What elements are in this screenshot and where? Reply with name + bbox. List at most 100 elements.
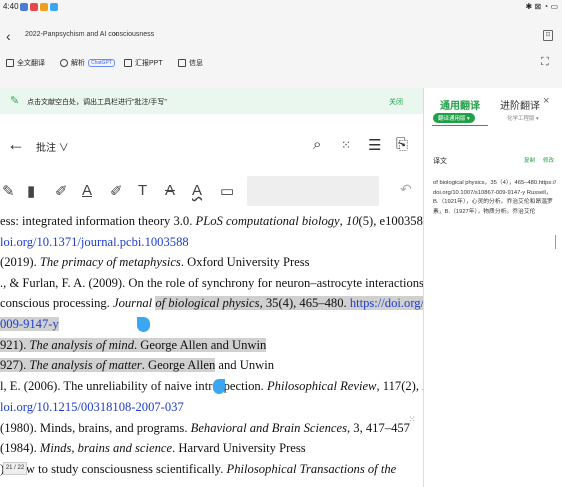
reference-text: , 117(2), 24 — [376, 379, 423, 393]
reference-line: loi.org/10.1371/journal.pcbi.1003588 — [0, 235, 189, 250]
edit-button[interactable]: 修改 — [543, 156, 554, 164]
analyze-button[interactable]: 解析 ChatGPT — [60, 58, 115, 68]
reference-link[interactable]: loi.org/10.1371/journal.pcbi.1003588 — [0, 235, 189, 249]
reference-text: PLoS computational biology — [195, 214, 340, 228]
reference-line: ., & Furlan, F. A. (2009). On the role o… — [0, 276, 423, 291]
reference-text: conscious processing. — [0, 296, 113, 310]
reference-text: (5), e1003588 — [358, 214, 423, 228]
text-icon[interactable]: T — [138, 182, 147, 199]
export-ppt-label: 汇报PPT — [135, 60, 163, 67]
chem-version-select[interactable]: 化学工程版 ▾ — [507, 114, 539, 122]
reference-text: . George Allen and Unwin — [134, 338, 267, 352]
copy-button[interactable]: 复制 — [524, 156, 535, 164]
reference-text: . Harvard University Press — [172, 441, 306, 455]
active-tab-indicator — [432, 125, 488, 126]
info-button[interactable]: 信息 — [178, 58, 203, 68]
hint-bar: ✎ 点击文献空白处，调出工具栏进行"批注/手写" 关闭 — [0, 88, 423, 114]
translation-label: 译文 — [433, 158, 447, 165]
hint-close-button[interactable]: 关闭 — [389, 97, 403, 107]
tab-close-icon[interactable]: × — [113, 29, 118, 39]
more-dots-icon[interactable]: ⁙ — [404, 414, 420, 428]
status-bar: 4:40 ✱ ⊠ ◔ ▭ — [0, 0, 562, 16]
tab-title[interactable]: 2022-Panpsychism and AI consciousness — [25, 31, 154, 38]
annotation-dropdown[interactable]: 批注 ∨ — [36, 139, 69, 154]
arrow-left-icon[interactable]: ← — [7, 134, 25, 155]
document-text: ess: integrated information theory 3.0. … — [0, 212, 423, 487]
reference-text: 10 — [345, 214, 359, 228]
reference-line: (1980). Minds, brains, and programs. Beh… — [0, 421, 410, 436]
reference-text: Philosophical Transactions of the — [226, 462, 397, 476]
reference-line: 927). The analysis of matter. George All… — [0, 358, 274, 373]
wavy-underline-icon[interactable]: A — [192, 182, 202, 199]
underline-icon[interactable]: A — [82, 182, 92, 199]
general-version-select[interactable]: 翻译通用版 ▾ — [433, 113, 475, 123]
highlighter-icon[interactable]: ✐ — [55, 182, 68, 200]
app-icon — [40, 3, 48, 11]
main-toolbar: 全文翻译 解析 ChatGPT 汇报PPT 信息 ⛶ — [0, 52, 562, 74]
grid-icon[interactable]: ⁙ — [341, 138, 351, 152]
pen-icon[interactable]: ✎ — [2, 182, 15, 200]
edge-handle[interactable] — [555, 235, 562, 249]
list-icon[interactable]: ☰ — [368, 136, 381, 154]
full-translate-button[interactable]: 全文翻译 — [6, 58, 45, 68]
reference-link[interactable]: https://doi.org/10 — [349, 296, 423, 310]
info-label: 信息 — [189, 60, 203, 67]
comment-icon[interactable]: ▭ — [220, 182, 234, 200]
fullscreen-icon[interactable]: ⛶ — [541, 56, 549, 69]
search-icon[interactable]: ⌕ — [313, 136, 321, 153]
hint-text: 点击文献空白处，调出工具栏进行"批注/手写" — [27, 99, 167, 106]
reference-text: Philosophical Review — [266, 379, 377, 393]
translate-icon — [6, 59, 14, 67]
document-panel: ✎ 点击文献空白处，调出工具栏进行"批注/手写" 关闭 ← 批注 ∨ ⌕ ⁙ ☰… — [0, 88, 423, 487]
undo-icon[interactable]: ↶ — [400, 181, 412, 198]
reference-link[interactable]: loi.org/10.1215/00318108-2007-037 — [0, 400, 184, 414]
reference-line: (2019). The primacy of metaphysics. Oxfo… — [0, 255, 310, 270]
reference-text: , 3, 417–457 — [346, 421, 410, 435]
reference-text: ). How to study consciousness scientific… — [0, 462, 227, 476]
annotation-input[interactable] — [247, 176, 379, 206]
analyze-label: 解析 — [71, 60, 85, 67]
reference-line: loi.org/10.1215/00318108-2007-037 — [0, 400, 184, 415]
reference-text: (1984). — [0, 441, 40, 455]
reference-text: , 35(4), 465–480. — [259, 296, 350, 310]
reference-text: Behavioral and Brain Sciences — [190, 421, 347, 435]
page-indicator: 21 / 22 — [3, 462, 27, 475]
reference-link[interactable]: 009-9147-y — [0, 317, 59, 331]
reference-text: 921). — [0, 338, 30, 352]
reference-text: (2019). — [0, 255, 40, 269]
chatgpt-badge: ChatGPT — [88, 59, 115, 67]
full-translate-label: 全文翻译 — [17, 60, 45, 67]
back-icon[interactable]: ‹ — [6, 28, 11, 44]
ppt-icon — [124, 59, 132, 67]
strikethrough-icon[interactable]: A — [165, 182, 175, 199]
tab-advanced-translation[interactable]: 进阶翻译 — [500, 97, 540, 112]
document-icon[interactable]: ⎘ — [396, 136, 408, 153]
reference-text: ., & Furlan, F. A. (2009). On the role o… — [0, 276, 423, 290]
reference-text: l, E. (2006). The unreliability of naive… — [0, 379, 267, 393]
reference-text: . Oxford University Press — [180, 255, 310, 269]
selection-handle-start[interactable] — [137, 317, 150, 332]
reference-text: and Unwin — [215, 358, 275, 372]
reference-line: ). How to study consciousness scientific… — [0, 462, 396, 477]
selection-handle-end[interactable] — [213, 379, 225, 394]
reference-text: (1980). Minds, brains, and programs. — [0, 421, 191, 435]
export-ppt-button[interactable]: 汇报PPT — [124, 58, 163, 68]
app-icon — [50, 3, 58, 11]
reference-line: (1984). Minds, brains and science. Harva… — [0, 441, 306, 456]
reference-text: Minds, brains and science — [39, 441, 173, 455]
close-icon[interactable]: × — [543, 95, 549, 107]
reference-text: The analysis of mind — [29, 338, 134, 352]
brush-icon[interactable]: ✐ — [110, 182, 123, 200]
reference-line: 921). The analysis of mind. George Allen… — [0, 338, 267, 353]
window-icon[interactable]: ⊡ — [543, 30, 553, 41]
status-icons: ✱ ⊠ ◔ ▭ — [525, 2, 558, 11]
reference-line: conscious processing. Journal of biologi… — [0, 296, 423, 311]
app-icon — [20, 3, 28, 11]
status-time: 4:40 — [3, 2, 19, 11]
translation-text: of biological physics，35（4），465–480.http… — [433, 180, 557, 215]
analyze-icon — [60, 59, 68, 67]
reference-line: ess: integrated information theory 3.0. … — [0, 214, 423, 229]
tab-general-translation[interactable]: 通用翻译 — [440, 97, 480, 112]
marker-icon[interactable]: ▮ — [27, 182, 35, 200]
tab-bar: ‹ 2022-Panpsychism and AI consciousness … — [0, 24, 562, 48]
